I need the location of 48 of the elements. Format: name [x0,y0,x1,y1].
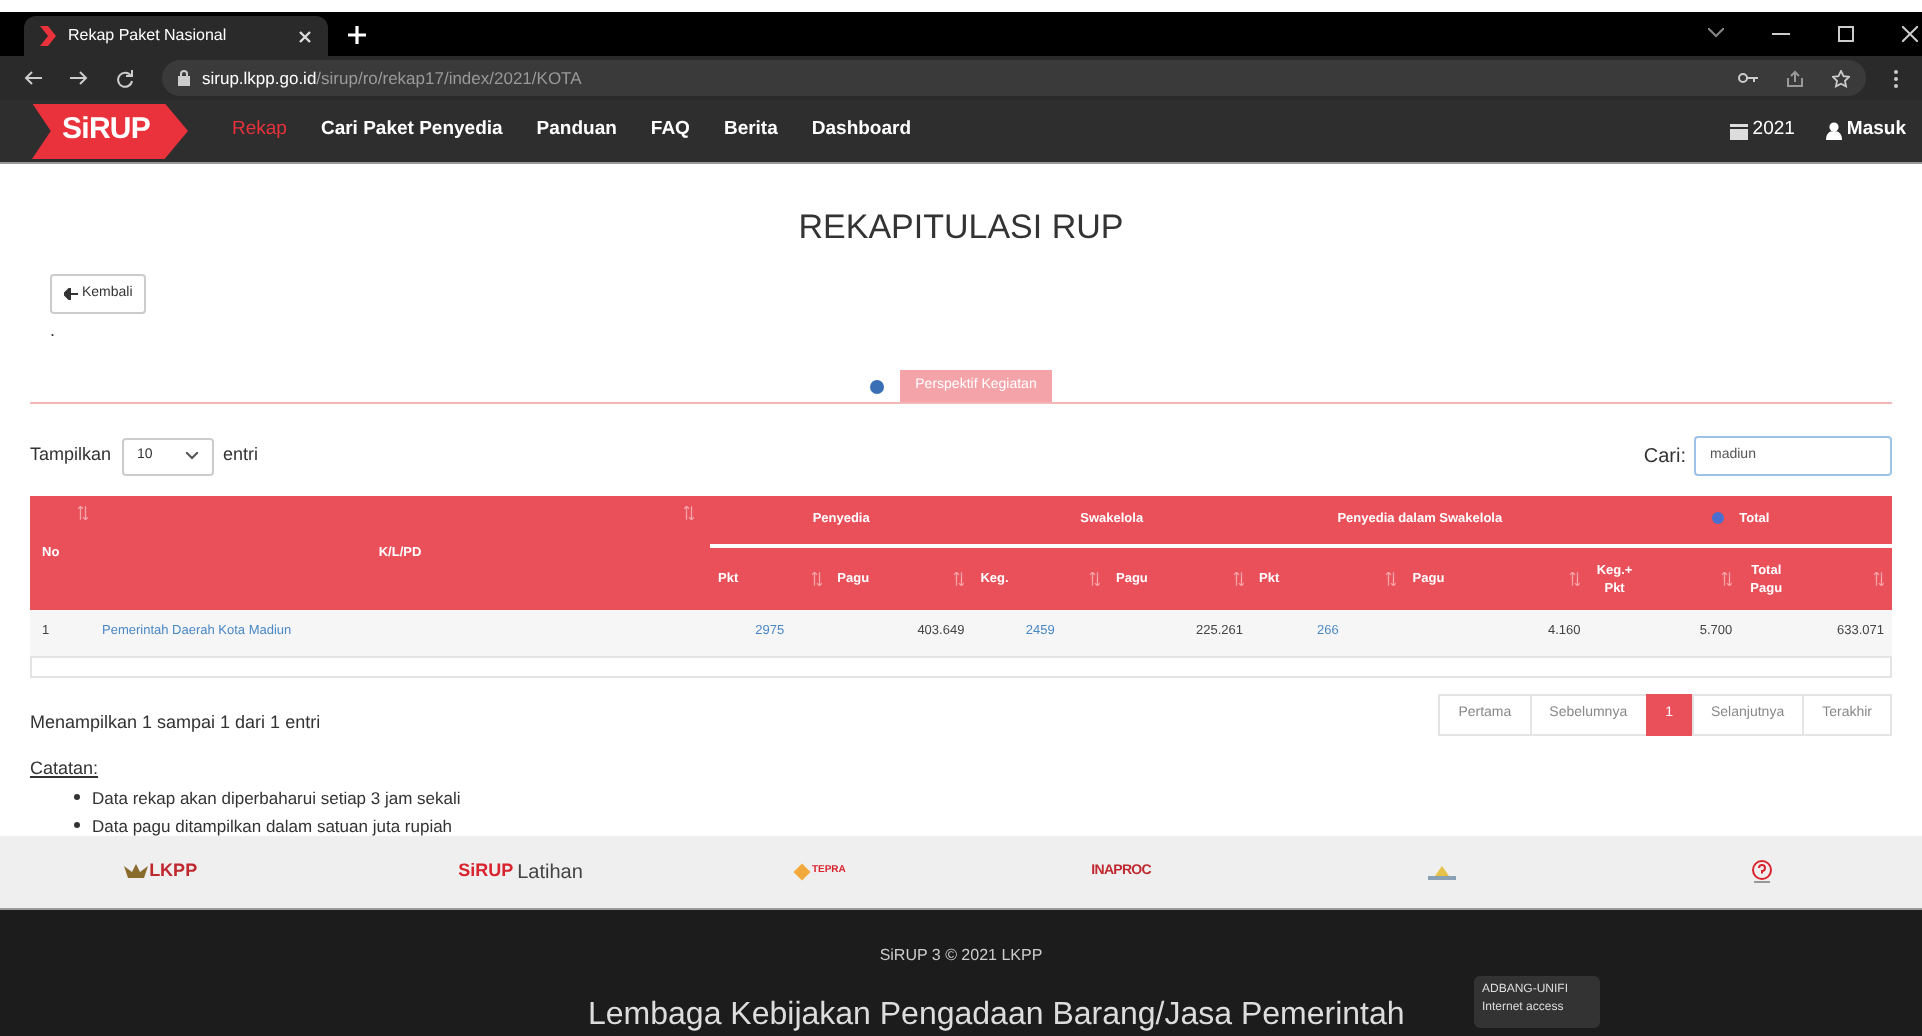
key-icon[interactable] [1738,72,1758,84]
reload-icon[interactable] [116,69,134,87]
table-info: Menampilkan 1 sampai 1 dari 1 entri [30,709,321,736]
lock-icon [178,70,190,86]
note-item: Data rekap akan diperbaharui setiap 3 jam sekali [92,785,461,809]
share-icon[interactable] [1786,69,1804,87]
calendar-icon [1730,122,1749,140]
search-label: Cari: [1643,443,1686,471]
nav-link[interactable]: Berita [723,116,778,146]
help-icon[interactable] [869,380,884,394]
minimize-icon[interactable] [1772,32,1790,36]
length-label: Tampilkan [30,442,112,469]
nav-link[interactable]: Cari Paket Penyedia [320,116,503,146]
login-link[interactable]: Masuk [1846,116,1906,146]
star-icon[interactable] [1832,69,1850,87]
favicon-icon [40,26,56,46]
notes-title: Catatan: [30,756,99,782]
nav-link[interactable]: FAQ [650,116,690,146]
organization-name: Lembaga Kebijakan Pengadaan Barang/Jasa Pemerintah [588,996,1405,1034]
year-selector[interactable]: 2021 [1752,116,1795,146]
note-item: Data pagu ditampilkan dalam satuan juta rupiah [92,813,453,837]
forward-arrow-icon[interactable] [70,70,88,86]
length-suffix: entri [223,442,259,469]
arrow-left-icon [64,288,78,300]
lkpp-logo[interactable]: LKPP [123,858,198,886]
close-icon[interactable] [1902,26,1918,42]
sirup-latihan-logo[interactable]: SiRUP Latihan [458,857,583,887]
site-logo[interactable]: SiRUP [32,103,188,159]
nav-link[interactable]: Panduan [536,116,617,146]
tab-title: Rekap Paket Nasional [68,24,229,48]
bullet-icon [74,794,80,800]
copyright-text: SiRUP 3 © 2021 LKPP [879,944,1043,968]
back-arrow-icon[interactable] [24,70,42,86]
close-icon[interactable] [298,29,312,43]
helpdesk-logo[interactable] [1749,860,1774,884]
bullet-icon [74,822,80,828]
dot-text: . [50,320,56,340]
nav-link[interactable]: Rekap [232,116,287,146]
nav-link[interactable]: Dashboard [811,116,912,146]
new-tab-icon[interactable] [348,26,366,44]
maximize-icon[interactable] [1838,26,1854,42]
address-bar[interactable]: sirup.lkpp.go.id/sirup/ro/rekap17/index/2021/KOTA [162,60,1866,96]
page-title: REKAPITULASI RUP [796,208,1126,248]
browser-tab[interactable]: Rekap Paket Nasional [24,16,328,56]
chevron-down-icon[interactable] [1708,28,1724,38]
user-icon [1826,122,1843,140]
chevron-down-icon [185,452,198,460]
url-text: sirup.lkpp.go.id/sirup/ro/rekap17/index/2021/KOTA [202,65,582,91]
